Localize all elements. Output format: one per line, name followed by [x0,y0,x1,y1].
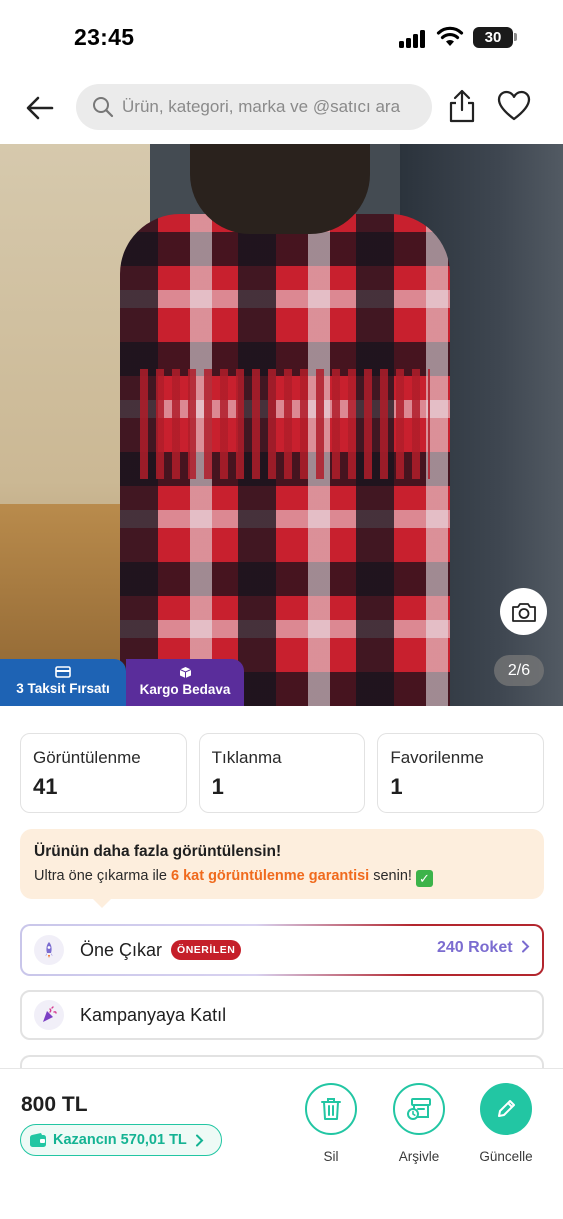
search-placeholder: Ürün, kategori, marka ve @satıcı ara [122,97,401,116]
earnings-text: Kazancın 570,01 TL [53,1132,187,1148]
box-icon [179,667,191,678]
campaign-label: Kampanyaya Katıl [80,1004,227,1025]
boost-label: Öne Çıkar [80,939,163,960]
boost-row[interactable]: Öne Çıkar ÖNERİLEN 240 Roket [20,924,544,976]
search-icon [93,97,114,118]
back-arrow-icon[interactable] [24,92,56,124]
boost-price: 240 Roket [437,939,530,957]
status-bar: 23:45 30 [0,0,563,78]
signal-icon [399,30,427,48]
pencil-icon [498,1100,515,1117]
boost-price-text: 240 Roket [436,939,513,956]
shipping-badge: Kargo Bedava [126,659,244,706]
delete-button[interactable]: Sil [296,1083,366,1164]
share-icon[interactable] [446,88,478,124]
coat-fringe [140,369,430,479]
chevron-right-icon [522,940,530,953]
stat-label: Tıklanma [211,748,282,767]
stats-row: Görüntülenme 41 Tıklanma 1 Favorilenme 1 [20,733,545,813]
credit-card-icon [55,666,71,678]
wifi-icon [436,26,464,46]
rocket-icon [34,935,64,965]
camera-button[interactable] [500,588,547,635]
earnings-pill[interactable]: Kazancın 570,01 TL [20,1124,222,1156]
archive-label: Arşivle [398,1149,440,1164]
archive-icon [407,1098,431,1120]
top-bar: Ürün, kategori, marka ve @satıcı ara [0,78,563,140]
stat-views: Görüntülenme 41 [20,733,187,813]
party-popper-icon [34,1000,64,1030]
shipping-label: Kargo Bedava [139,682,231,697]
installment-label: 3 Taksit Fırsatı [16,681,110,696]
chevron-right-icon [195,1134,204,1146]
trash-icon [321,1098,341,1120]
delete-circle[interactable] [305,1083,357,1135]
delete-label: Sil [323,1149,339,1164]
heart-icon[interactable] [497,90,531,122]
promo-text-after: senin! [369,868,416,884]
archive-circle[interactable] [393,1083,445,1135]
promo-highlight: 6 kat görüntülenme garantisi [171,868,370,884]
image-counter: 2/6 [494,655,544,686]
battery-icon: 30 [473,27,513,48]
promo-pointer [92,898,112,908]
check-mark-icon: ✓ [415,870,433,887]
stat-value: 1 [211,774,224,799]
promo-banner: Ürünün daha fazla görüntülensin! Ultra ö… [20,829,544,899]
model-hair [190,144,370,234]
stat-value: 41 [33,774,58,799]
bottom-bar: 800 TL Kazancın 570,01 TL Sil Arşivle Gü… [0,1068,563,1219]
price: 800 TL [21,1093,88,1116]
battery-tip [514,33,517,41]
campaign-row[interactable]: Kampanyaya Katıl [20,990,544,1040]
product-image[interactable] [0,144,563,706]
camera-icon [511,602,536,622]
wallet-icon [30,1133,46,1147]
stat-label: Favorilenme [390,748,484,767]
installment-badge: 3 Taksit Fırsatı [0,659,126,706]
stat-value: 1 [390,774,403,799]
promo-text: Ultra öne çıkarma ile 6 kat görüntülenme… [34,868,530,887]
stat-clicks: Tıklanma 1 [198,733,366,813]
search-bar[interactable]: Ürün, kategori, marka ve @satıcı ara [76,84,432,130]
archive-button[interactable]: Arşivle [384,1083,454,1164]
promo-text-before: Ultra öne çıkarma ile [34,868,171,884]
update-label: Güncelle [479,1149,533,1164]
update-button[interactable]: Güncelle [471,1083,541,1164]
recommended-badge: ÖNERİLEN [171,940,242,960]
status-time: 23:45 [74,24,135,50]
update-circle[interactable] [480,1083,532,1135]
promo-title: Ürünün daha fazla görüntülensin! [34,843,282,860]
stat-favorites: Favorilenme 1 [377,733,545,813]
stat-label: Görüntülenme [33,748,141,767]
